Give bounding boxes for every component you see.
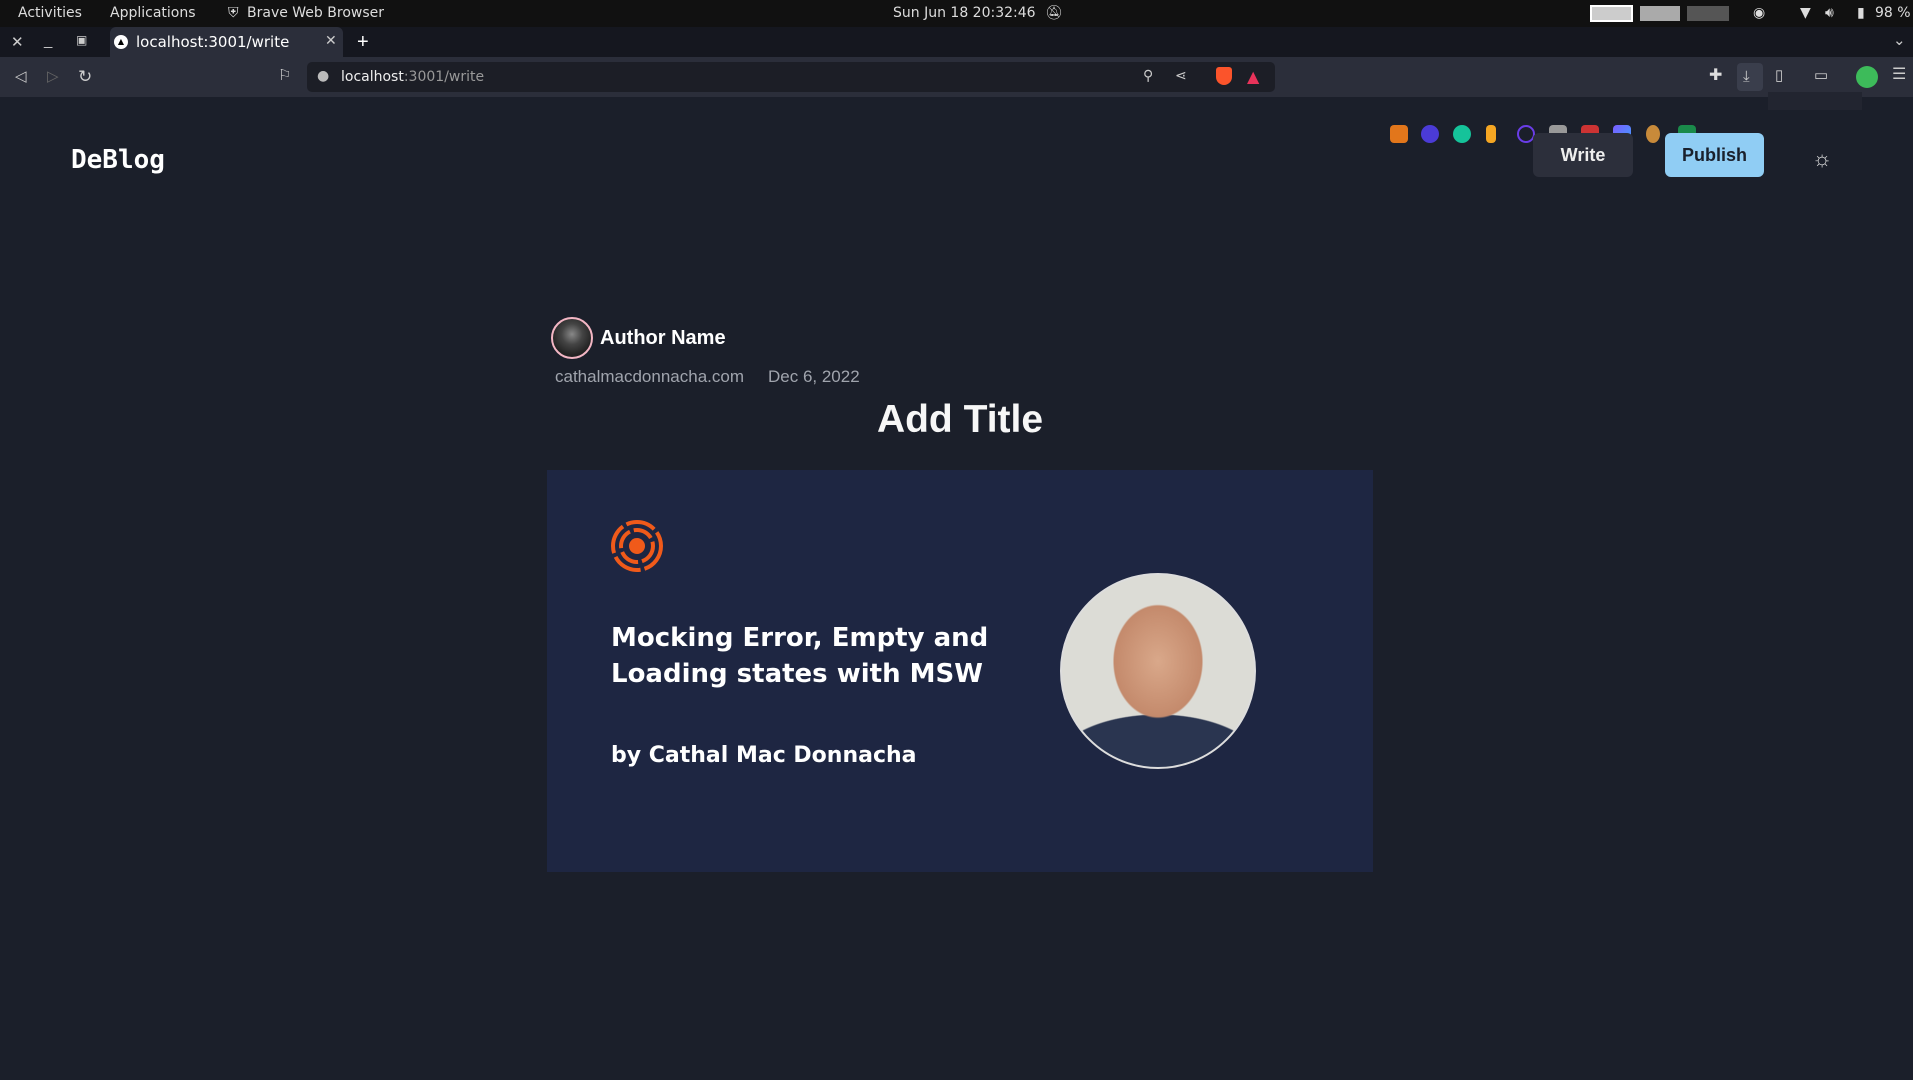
extensions-puzzle-icon[interactable]: ✚ bbox=[1709, 68, 1722, 84]
hedgehog-extension-icon[interactable] bbox=[1646, 125, 1660, 143]
minimize-icon[interactable]: _ bbox=[44, 33, 52, 48]
wallet-icon[interactable]: ▭ bbox=[1814, 68, 1828, 83]
write-button[interactable]: Write bbox=[1533, 133, 1633, 177]
reload-icon[interactable]: ↻ bbox=[78, 68, 92, 85]
url-host: localhost bbox=[341, 69, 404, 85]
forward-icon[interactable]: ▷ bbox=[47, 69, 59, 84]
profile-avatar[interactable] bbox=[1856, 66, 1878, 88]
close-window-icon[interactable]: ✕ bbox=[11, 35, 24, 50]
brave-shields-icon[interactable] bbox=[1216, 67, 1232, 85]
cover-byline: by Cathal Mac Donnacha bbox=[611, 743, 917, 768]
workspace-3[interactable] bbox=[1687, 6, 1729, 21]
tab-title: localhost:3001/write bbox=[136, 33, 290, 51]
cover-author-photo bbox=[1060, 573, 1256, 769]
back-icon[interactable]: ◁ bbox=[15, 69, 27, 84]
activities-button[interactable]: Activities bbox=[18, 5, 82, 21]
notifications-off-icon[interactable]: 🔕︎ bbox=[1045, 5, 1063, 21]
sun-icon[interactable]: ☼ bbox=[1812, 146, 1832, 172]
close-tab-icon[interactable]: ✕ bbox=[325, 33, 337, 49]
zoom-icon[interactable]: ⚲ bbox=[1143, 68, 1153, 84]
bookmark-icon[interactable]: ⚐ bbox=[278, 68, 291, 83]
discord-icon[interactable]: ◉ bbox=[1753, 5, 1765, 21]
downloads-button[interactable]: ⤓ bbox=[1737, 63, 1763, 91]
key-extension-icon[interactable] bbox=[1486, 125, 1496, 143]
workspace-2[interactable] bbox=[1640, 6, 1680, 21]
author-website[interactable]: cathalmacdonnacha.com bbox=[555, 367, 744, 387]
menu-icon[interactable]: ☰ bbox=[1892, 67, 1906, 83]
publish-button[interactable]: Publish bbox=[1665, 133, 1764, 177]
wifi-icon[interactable]: ▼ bbox=[1800, 5, 1811, 21]
tab-localhost-write[interactable]: ▲ localhost:3001/write ✕ bbox=[110, 27, 343, 57]
active-app-name: Brave Web Browser bbox=[247, 5, 384, 21]
post-title-input[interactable]: Add Title bbox=[0, 398, 1913, 442]
address-bar[interactable]: ● localhost:3001/write ⚲ ⋖ ▲ bbox=[307, 62, 1275, 92]
ghost-extension-icon[interactable] bbox=[1421, 125, 1439, 143]
post-date: Dec 6, 2022 bbox=[768, 367, 860, 386]
favicon-icon: ▲ bbox=[114, 35, 128, 49]
sidebar-icon[interactable]: ▯ bbox=[1775, 68, 1783, 83]
restore-icon[interactable]: ▣ bbox=[76, 34, 87, 46]
cover-image: Mocking Error, Empty and Loading states … bbox=[547, 470, 1373, 872]
grammarly-extension-icon[interactable] bbox=[1453, 125, 1471, 143]
site-info-icon[interactable]: ● bbox=[317, 68, 329, 84]
cover-headline-line2: Loading states with MSW bbox=[611, 659, 983, 689]
share-icon[interactable]: ⋖ bbox=[1175, 68, 1187, 84]
download-icon: ⤓ bbox=[1743, 68, 1750, 85]
volume-icon[interactable]: 🔊︎ bbox=[1825, 5, 1834, 21]
battery-icon[interactable]: ▮ bbox=[1857, 5, 1865, 21]
url-text: localhost:3001/write bbox=[341, 69, 484, 85]
tooltip bbox=[1768, 92, 1862, 110]
applications-menu[interactable]: Applications bbox=[110, 5, 196, 21]
new-tab-icon[interactable]: + bbox=[357, 32, 369, 52]
brave-icon: ⛨ bbox=[228, 5, 239, 21]
clock[interactable]: Sun Jun 18 20:32:46 bbox=[893, 5, 1036, 21]
cover-logo-icon bbox=[611, 520, 663, 572]
battery-percent: 98 % bbox=[1875, 5, 1911, 21]
workspace-1[interactable] bbox=[1590, 5, 1633, 22]
metamask-extension-icon[interactable] bbox=[1390, 125, 1408, 143]
author-name: Author Name bbox=[600, 327, 726, 349]
url-path: :3001/write bbox=[403, 69, 485, 85]
cover-headline-line1: Mocking Error, Empty and bbox=[611, 623, 989, 653]
system-top-bar: Activities Applications ⛨ Brave Web Brow… bbox=[0, 0, 1913, 27]
author-avatar bbox=[551, 317, 593, 359]
tab-list-chevron-icon[interactable]: ⌄ bbox=[1893, 33, 1906, 48]
brave-rewards-icon[interactable]: ▲ bbox=[1247, 67, 1259, 86]
site-logo[interactable]: DeBlog bbox=[71, 145, 165, 175]
